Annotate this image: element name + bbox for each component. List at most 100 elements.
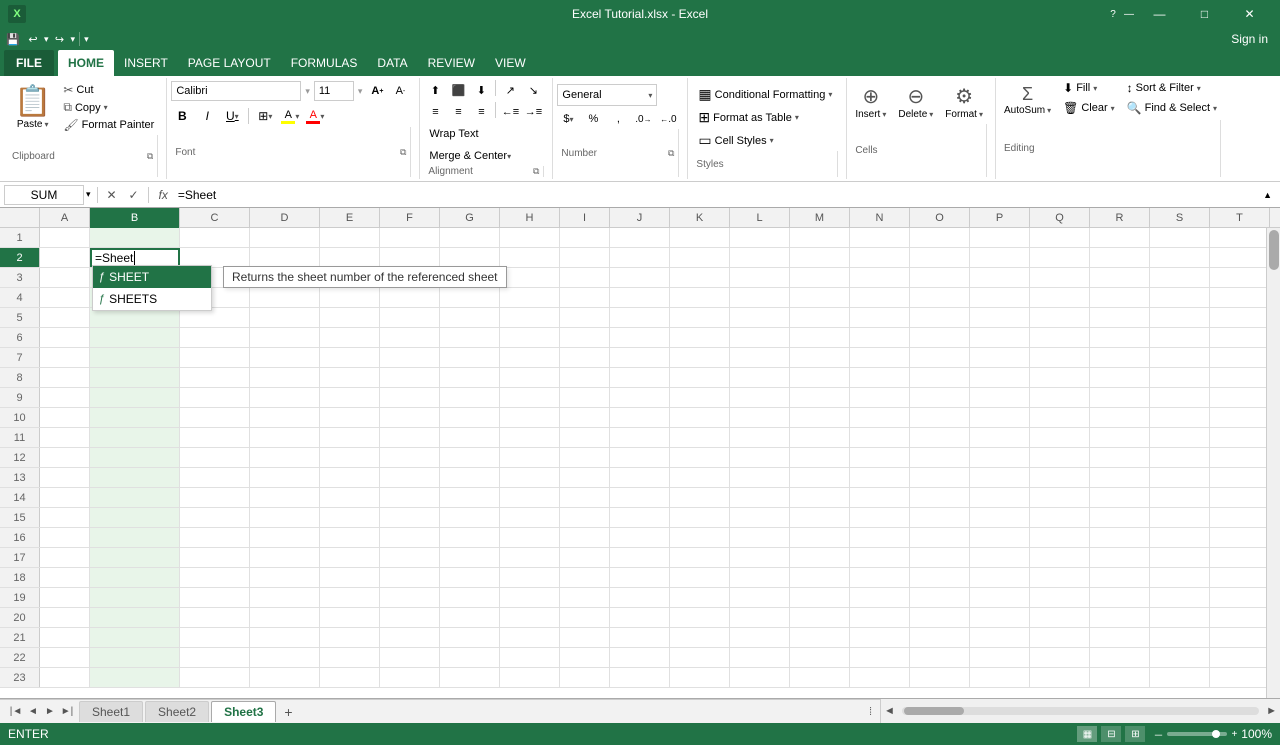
sheet-last-button[interactable]: ►|: [59, 704, 75, 720]
cell-F14[interactable]: [380, 488, 440, 507]
cell-L21[interactable]: [730, 628, 790, 647]
cell-T12[interactable]: [1210, 448, 1270, 467]
undo-dropdown[interactable]: ▾: [44, 34, 49, 45]
cell-I3[interactable]: [560, 268, 610, 287]
cell-R3[interactable]: [1090, 268, 1150, 287]
cell-E4[interactable]: [320, 288, 380, 307]
font-color-button[interactable]: A ▾: [304, 105, 326, 127]
qa-customize-dropdown[interactable]: ▾: [84, 34, 89, 45]
tab-home[interactable]: HOME: [58, 50, 114, 76]
cell-K14[interactable]: [670, 488, 730, 507]
cell-A13[interactable]: [40, 468, 90, 487]
cell-J10[interactable]: [610, 408, 670, 427]
cell-E17[interactable]: [320, 548, 380, 567]
cell-H13[interactable]: [500, 468, 560, 487]
borders-button[interactable]: ⊞▾: [254, 105, 276, 127]
cell-D14[interactable]: [250, 488, 320, 507]
cell-A7[interactable]: [40, 348, 90, 367]
cell-R17[interactable]: [1090, 548, 1150, 567]
cell-H4[interactable]: [500, 288, 560, 307]
number-format-selector[interactable]: General ▾: [557, 84, 657, 106]
cell-P9[interactable]: [970, 388, 1030, 407]
cell-M5[interactable]: [790, 308, 850, 327]
cell-E22[interactable]: [320, 648, 380, 667]
cell-L5[interactable]: [730, 308, 790, 327]
redo-button[interactable]: ↪: [51, 30, 69, 48]
cell-C23[interactable]: [180, 668, 250, 687]
cell-Q20[interactable]: [1030, 608, 1090, 627]
cell-S20[interactable]: [1150, 608, 1210, 627]
cell-I13[interactable]: [560, 468, 610, 487]
col-header-M[interactable]: M: [790, 208, 850, 228]
cell-E13[interactable]: [320, 468, 380, 487]
cell-A4[interactable]: [40, 288, 90, 307]
cell-M9[interactable]: [790, 388, 850, 407]
cell-G7[interactable]: [440, 348, 500, 367]
normal-view-button[interactable]: ▦: [1077, 726, 1097, 742]
cell-R9[interactable]: [1090, 388, 1150, 407]
cell-F10[interactable]: [380, 408, 440, 427]
align-right-button[interactable]: ≡: [470, 102, 492, 122]
cell-D15[interactable]: [250, 508, 320, 527]
format-painter-button[interactable]: 🖌 Format Painter: [59, 117, 158, 133]
percent-button[interactable]: %: [582, 109, 604, 129]
cell-S2[interactable]: [1150, 248, 1210, 267]
cell-L9[interactable]: [730, 388, 790, 407]
cell-G11[interactable]: [440, 428, 500, 447]
clipboard-expand-icon[interactable]: ⧉: [147, 151, 153, 162]
cell-Q10[interactable]: [1030, 408, 1090, 427]
cell-N17[interactable]: [850, 548, 910, 567]
cell-K12[interactable]: [670, 448, 730, 467]
cell-K13[interactable]: [670, 468, 730, 487]
cell-O2[interactable]: [910, 248, 970, 267]
cell-H10[interactable]: [500, 408, 560, 427]
cell-M1[interactable]: [790, 228, 850, 247]
cell-J21[interactable]: [610, 628, 670, 647]
cell-L17[interactable]: [730, 548, 790, 567]
cell-S11[interactable]: [1150, 428, 1210, 447]
copy-button[interactable]: ⧉ Copy ▾: [59, 99, 158, 116]
italic-button[interactable]: I: [196, 105, 218, 127]
cell-K16[interactable]: [670, 528, 730, 547]
cell-P2[interactable]: [970, 248, 1030, 267]
cell-S5[interactable]: [1150, 308, 1210, 327]
cell-E16[interactable]: [320, 528, 380, 547]
cell-L14[interactable]: [730, 488, 790, 507]
align-center-button[interactable]: ≡: [447, 102, 469, 122]
cell-I12[interactable]: [560, 448, 610, 467]
cell-Q11[interactable]: [1030, 428, 1090, 447]
cell-P21[interactable]: [970, 628, 1030, 647]
cell-D18[interactable]: [250, 568, 320, 587]
align-middle-button[interactable]: ⬛: [447, 80, 469, 100]
col-header-N[interactable]: N: [850, 208, 910, 228]
cell-F20[interactable]: [380, 608, 440, 627]
cell-N5[interactable]: [850, 308, 910, 327]
cell-B1[interactable]: [90, 228, 180, 247]
save-button[interactable]: 💾: [4, 30, 22, 48]
row-number-17[interactable]: 17: [0, 548, 40, 567]
cell-A21[interactable]: [40, 628, 90, 647]
increase-decimal-button[interactable]: .0→: [632, 109, 654, 129]
decrease-decimal-button[interactable]: ←.0: [657, 109, 679, 129]
autosum-button[interactable]: Σ AutoSum ▾: [1000, 80, 1055, 120]
cell-S9[interactable]: [1150, 388, 1210, 407]
cell-S10[interactable]: [1150, 408, 1210, 427]
add-sheet-button[interactable]: +: [278, 702, 298, 722]
cell-J22[interactable]: [610, 648, 670, 667]
cell-I7[interactable]: [560, 348, 610, 367]
cell-S4[interactable]: [1150, 288, 1210, 307]
cell-E21[interactable]: [320, 628, 380, 647]
cell-S19[interactable]: [1150, 588, 1210, 607]
cell-N14[interactable]: [850, 488, 910, 507]
row-number-14[interactable]: 14: [0, 488, 40, 507]
cell-E10[interactable]: [320, 408, 380, 427]
format-button[interactable]: ⚙ Format ▾: [941, 80, 987, 124]
v-scroll-thumb[interactable]: [1269, 230, 1279, 270]
cell-H5[interactable]: [500, 308, 560, 327]
cell-H14[interactable]: [500, 488, 560, 507]
cell-Q9[interactable]: [1030, 388, 1090, 407]
cell-L7[interactable]: [730, 348, 790, 367]
cell-M11[interactable]: [790, 428, 850, 447]
sheet-tab-sheet1[interactable]: Sheet1: [79, 701, 143, 722]
cell-M6[interactable]: [790, 328, 850, 347]
